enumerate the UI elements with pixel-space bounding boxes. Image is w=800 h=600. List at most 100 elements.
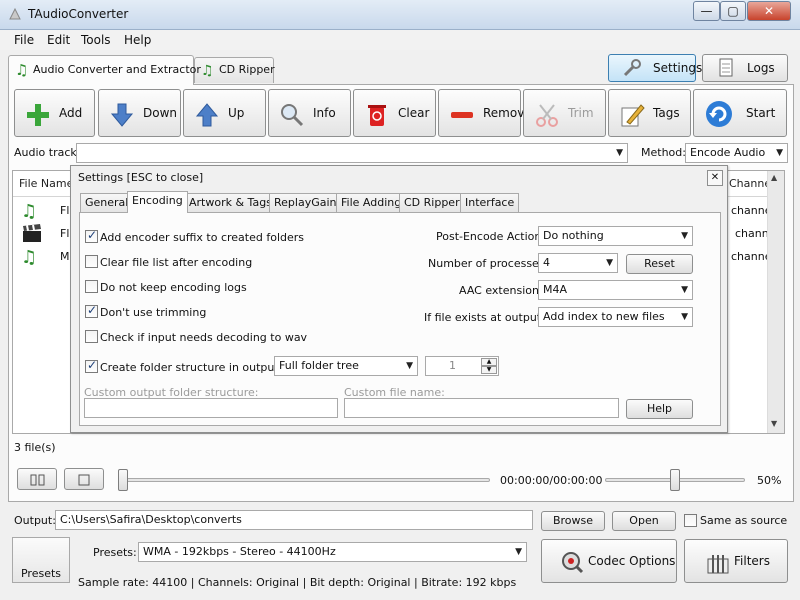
stop-icon: [78, 474, 90, 486]
info-button[interactable]: Info: [268, 89, 351, 137]
output-path-input[interactable]: C:\Users\Safira\Desktop\converts: [55, 510, 533, 530]
method-label: Method:: [641, 146, 686, 159]
logs-label: Logs: [747, 61, 775, 75]
file-exists-value: Add index to new files: [543, 310, 665, 323]
settings-close-button[interactable]: ✕: [707, 170, 723, 186]
down-label: Down: [143, 106, 178, 120]
tab-audio-converter[interactable]: ♫ Audio Converter and Extractor: [8, 55, 201, 85]
custom-folder-input[interactable]: [84, 398, 338, 418]
pause-button[interactable]: [17, 468, 57, 490]
music-note-icon: ♫: [201, 63, 214, 79]
settings-tab-encoding[interactable]: Encoding: [127, 191, 188, 213]
tags-button[interactable]: Tags: [608, 89, 691, 137]
tab-cd-ripper[interactable]: ♫ CD Ripper: [194, 57, 275, 83]
checkbox-no-encoding-logs[interactable]: [85, 280, 98, 293]
start-button[interactable]: Start: [693, 89, 787, 137]
checkbox-check-decoding[interactable]: [85, 330, 98, 343]
minimize-icon: —: [700, 4, 713, 18]
checkbox-create-folder-structure[interactable]: [85, 358, 98, 373]
filters-icon: [707, 550, 729, 574]
presets-value: WMA - 192kbps - Stereo - 44100Hz: [143, 545, 336, 558]
menu-file[interactable]: File: [14, 33, 34, 47]
remove-button[interactable]: Remove: [438, 89, 532, 137]
settings-tab-general[interactable]: General: [80, 193, 134, 213]
processes-select[interactable]: 4 ▼: [538, 253, 618, 273]
maximize-button[interactable]: ▢: [720, 1, 746, 21]
up-label: Up: [228, 106, 245, 120]
document-icon: [715, 58, 737, 78]
down-button[interactable]: Down: [98, 89, 181, 137]
same-as-source-checkbox[interactable]: [684, 514, 697, 527]
close-icon: ✕: [710, 172, 720, 183]
checkbox-dont-use-trimming[interactable]: [85, 303, 98, 318]
settings-tab-file-adding[interactable]: File Adding: [336, 193, 407, 213]
custom-file-input[interactable]: [344, 398, 619, 418]
close-button[interactable]: ✕: [747, 1, 791, 21]
info-label: Info: [313, 106, 336, 120]
file-exists-select[interactable]: Add index to new files ▼: [538, 307, 693, 327]
plus-icon: [25, 101, 51, 127]
spin-down-icon[interactable]: ▼: [481, 366, 497, 374]
volume-thumb[interactable]: [670, 469, 680, 491]
settings-tab-replaygain[interactable]: ReplayGain: [269, 193, 342, 213]
clear-button[interactable]: Clear: [353, 89, 436, 137]
presets-button[interactable]: Presets: [12, 537, 70, 583]
scroll-down-icon[interactable]: ▼: [771, 419, 777, 428]
refresh-icon: [704, 99, 734, 129]
stop-button[interactable]: [64, 468, 104, 490]
chevron-down-icon: ▼: [776, 148, 783, 158]
start-label: Start: [746, 106, 776, 120]
method-select[interactable]: Encode Audio ▼: [685, 143, 788, 163]
settings-label: Settings: [653, 61, 703, 75]
scissors-icon: [534, 101, 560, 127]
reset-button[interactable]: Reset: [626, 254, 693, 274]
filters-button[interactable]: Filters: [684, 539, 788, 583]
presets-select[interactable]: WMA - 192kbps - Stereo - 44100Hz ▼: [138, 542, 527, 562]
file-list-scrollbar[interactable]: ▲ ▼: [767, 171, 784, 433]
aac-extension-select[interactable]: M4A ▼: [538, 280, 693, 300]
time-display: 00:00:00/00:00:00: [500, 474, 603, 487]
settings-tab-interface[interactable]: Interface: [460, 193, 520, 213]
tags-label: Tags: [653, 106, 680, 120]
codec-icon: [560, 549, 584, 574]
spin-up-icon[interactable]: ▲: [481, 358, 497, 366]
trim-button[interactable]: Trim: [523, 89, 606, 137]
volume-value: 50%: [757, 474, 782, 487]
preset-info: Sample rate: 44100 | Channels: Original …: [78, 576, 517, 589]
settings-button[interactable]: Settings: [608, 54, 702, 82]
audio-track-label: Audio track:: [14, 146, 81, 159]
music-note-icon: ♫: [15, 61, 29, 79]
settings-tab-cd-ripper[interactable]: CD Ripper: [399, 193, 465, 213]
up-button[interactable]: Up: [183, 89, 266, 137]
chevron-down-icon: ▼: [406, 361, 413, 371]
audio-track-select[interactable]: ▼: [76, 143, 628, 163]
menu-help[interactable]: Help: [124, 33, 151, 47]
chevron-down-icon: ▼: [681, 312, 688, 322]
chevron-down-icon: ▼: [616, 148, 623, 158]
menu-edit[interactable]: Edit: [47, 33, 70, 47]
menu-tools[interactable]: Tools: [81, 33, 111, 47]
tab-label: Audio Converter and Extractor: [33, 63, 201, 76]
chevron-down-icon: ▼: [681, 231, 688, 241]
minimize-button[interactable]: —: [693, 1, 720, 21]
help-button[interactable]: Help: [626, 399, 693, 419]
output-label: Output:: [14, 514, 56, 527]
add-button[interactable]: Add: [14, 89, 95, 137]
scroll-up-icon[interactable]: ▲: [771, 173, 777, 182]
browse-button[interactable]: Browse: [541, 511, 605, 531]
checkbox-add-encoder-suffix[interactable]: [85, 228, 98, 243]
seek-track[interactable]: [118, 478, 490, 482]
folder-structure-select[interactable]: Full folder tree ▼: [274, 356, 418, 376]
maximize-icon: ▢: [727, 4, 739, 18]
presets-button-label: Presets: [20, 567, 62, 580]
seek-thumb[interactable]: [118, 469, 128, 491]
post-encode-select[interactable]: Do nothing ▼: [538, 226, 693, 246]
settings-tab-artwork-tags[interactable]: Artwork & Tags: [184, 193, 277, 213]
logs-button[interactable]: Logs: [702, 54, 788, 82]
open-button[interactable]: Open: [612, 511, 676, 531]
checkbox-clear-file-list[interactable]: [85, 255, 98, 268]
codec-options-button[interactable]: Codec Options: [541, 539, 677, 583]
column-file-name[interactable]: File Name: [19, 177, 73, 190]
chevron-down-icon: ▼: [515, 547, 522, 557]
arrow-down-icon: [109, 101, 135, 127]
